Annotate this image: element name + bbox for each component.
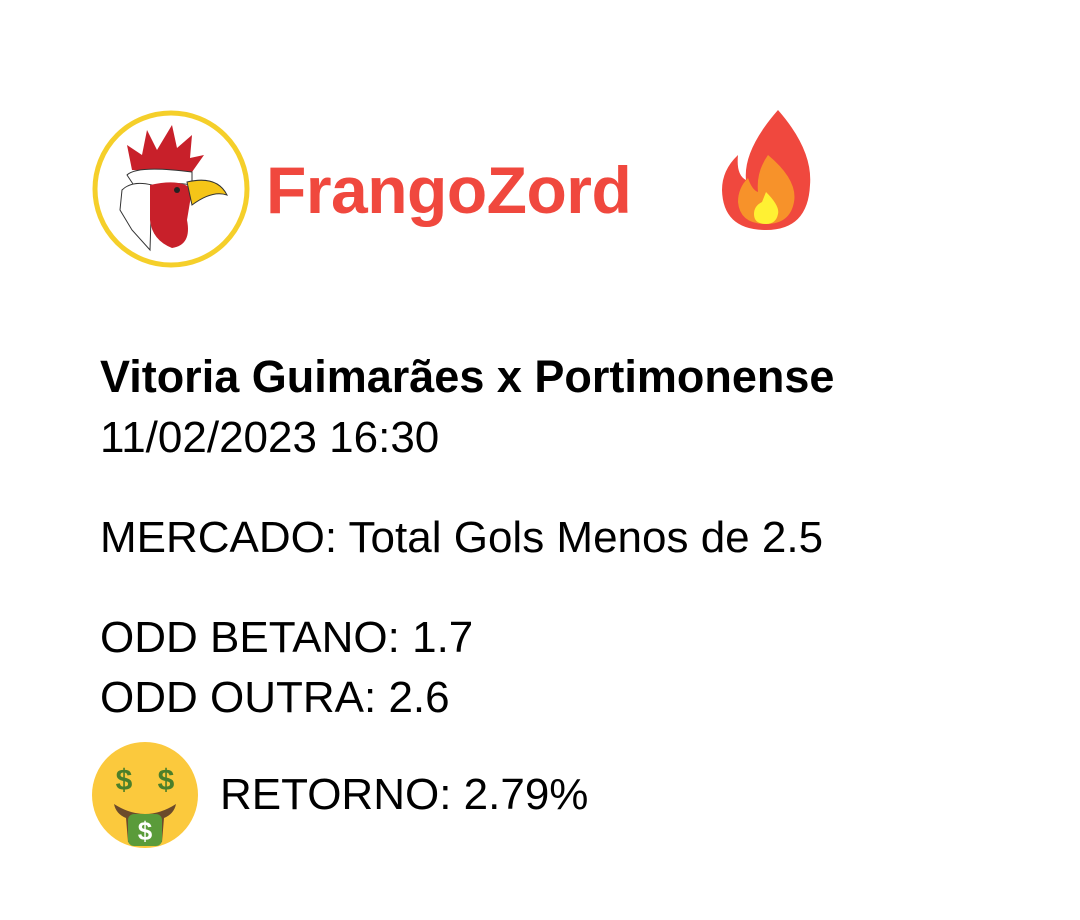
svg-text:$: $ xyxy=(116,764,133,797)
retorno-text: RETORNO: 2.79% xyxy=(220,770,589,819)
rooster-logo-icon xyxy=(92,110,250,268)
odd-outra: ODD OUTRA: 2.6 xyxy=(100,673,450,722)
brand-name: FrangoZord xyxy=(266,153,632,227)
match-datetime: 11/02/2023 16:30 xyxy=(100,413,440,462)
market-text: MERCADO: Total Gols Menos de 2.5 xyxy=(100,513,824,562)
svg-text:$: $ xyxy=(138,816,153,846)
money-mouth-face-icon: $ $ $ xyxy=(92,742,198,848)
match-title: Vitoria Guimarães x Portimonense xyxy=(100,351,835,402)
svg-text:$: $ xyxy=(158,764,175,797)
fire-icon xyxy=(722,110,811,230)
odd-betano: ODD BETANO: 1.7 xyxy=(100,613,474,662)
